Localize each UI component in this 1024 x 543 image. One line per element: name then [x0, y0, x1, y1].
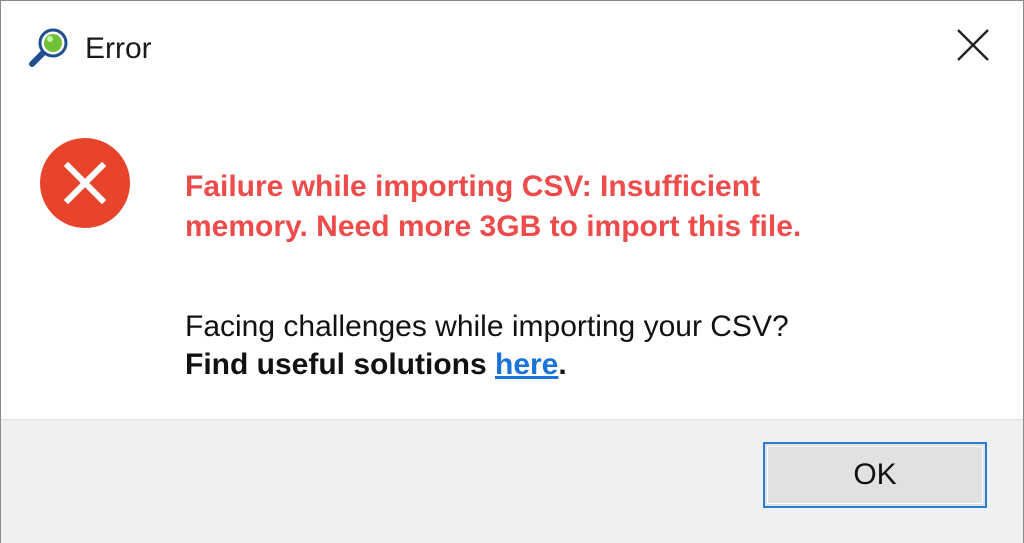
help-prefix: Find useful solutions	[185, 348, 495, 381]
error-message-line2: memory. Need more 3GB to import this fil…	[185, 210, 802, 243]
help-question: Facing challenges while importing your C…	[185, 310, 789, 343]
ok-button-label: OK	[853, 458, 897, 491]
error-dialog: Error Failure while importing CSV: Insuf…	[0, 0, 1024, 543]
close-button[interactable]	[941, 15, 1005, 79]
help-link[interactable]: here	[495, 348, 558, 381]
magnifier-globe-icon	[23, 23, 73, 73]
window-title: Error	[85, 32, 152, 65]
close-icon	[956, 28, 990, 67]
help-solutions-text: Find useful solutions here.	[185, 345, 567, 385]
help-suffix: .	[558, 348, 567, 381]
error-message: Failure while importing CSV: Insufficien…	[185, 167, 965, 247]
error-x-icon	[39, 137, 131, 229]
title-bar: Error	[1, 1, 1023, 97]
error-message-line1: Failure while importing CSV: Insufficien…	[185, 170, 761, 203]
button-bar: OK	[1, 419, 1023, 543]
ok-button[interactable]: OK	[763, 442, 987, 508]
